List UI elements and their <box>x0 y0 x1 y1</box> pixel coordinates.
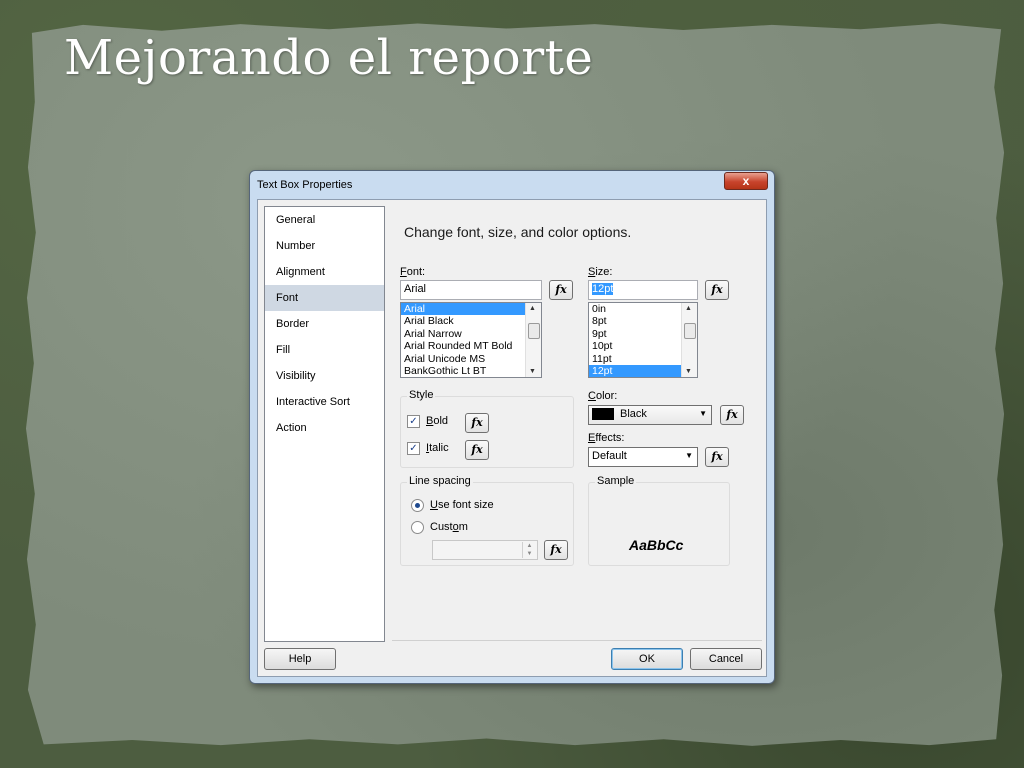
size-listbox[interactable]: 0in 8pt 9pt 10pt 11pt 12pt ▲ ▼ <box>588 302 698 378</box>
check-icon: ✓ <box>409 443 418 454</box>
line-spacing-group-title: Line spacing <box>407 475 473 487</box>
help-button[interactable]: Help <box>264 648 336 670</box>
size-input-value: 12pt <box>592 283 614 295</box>
page-heading: Change font, size, and color options. <box>404 224 632 240</box>
close-button[interactable]: x <box>724 172 768 190</box>
size-label-text: ize: <box>595 266 613 278</box>
font-option[interactable]: Arial Rounded MT Bold <box>401 340 541 352</box>
footer-divider <box>392 640 762 641</box>
nav-item-font[interactable]: Font <box>265 285 384 311</box>
sample-group-title: Sample <box>595 475 637 487</box>
text-box-properties-dialog: Text Box Properties x General Number Ali… <box>249 170 775 684</box>
property-page-list: General Number Alignment Font Border Fil… <box>264 206 385 642</box>
scroll-up-icon[interactable]: ▲ <box>529 305 536 312</box>
effects-label: Effects: <box>588 432 625 444</box>
custom-spacing-expression-button[interactable]: fx <box>544 540 568 560</box>
font-input[interactable]: Arial <box>400 280 542 300</box>
ok-button[interactable]: OK <box>611 648 683 670</box>
bold-expression-button[interactable]: fx <box>465 413 489 433</box>
chevron-down-icon: ▼ <box>699 409 707 418</box>
scroll-thumb[interactable] <box>528 323 540 339</box>
chevron-down-icon: ▼ <box>685 451 693 460</box>
scroll-down-icon[interactable]: ▼ <box>529 368 536 375</box>
size-label: Size: <box>588 266 612 278</box>
font-option[interactable]: Arial Black <box>401 315 541 327</box>
italic-expression-button[interactable]: fx <box>465 440 489 460</box>
nav-item-number[interactable]: Number <box>265 233 384 259</box>
effects-expression-button[interactable]: fx <box>705 447 729 467</box>
font-label-text: ont: <box>406 266 426 278</box>
dialog-title: Text Box Properties <box>257 179 353 191</box>
nav-item-border[interactable]: Border <box>265 311 384 337</box>
size-input[interactable]: 12pt <box>588 280 698 300</box>
use-font-size-radio[interactable] <box>411 499 424 512</box>
nav-item-general[interactable]: General <box>265 207 384 233</box>
sample-preview-text: AaBbCc <box>629 537 684 553</box>
font-option[interactable]: Arial <box>401 303 541 316</box>
dialog-titlebar[interactable]: Text Box Properties x <box>250 171 774 199</box>
sample-group: Sample AaBbCc <box>588 475 730 566</box>
scroll-thumb[interactable] <box>684 323 696 339</box>
effects-value: Default <box>592 450 627 462</box>
font-option[interactable]: Arial Narrow <box>401 328 541 340</box>
nav-item-alignment[interactable]: Alignment <box>265 259 384 285</box>
font-option[interactable]: BankGothic Lt BT <box>401 365 541 377</box>
bold-checkbox[interactable]: ✓ <box>407 415 420 428</box>
font-label: Font: <box>400 266 425 278</box>
close-icon: x <box>742 174 750 188</box>
scroll-down-icon[interactable]: ▼ <box>685 368 692 375</box>
color-value: Black <box>620 408 647 420</box>
nav-item-visibility[interactable]: Visibility <box>265 363 384 389</box>
italic-checkbox[interactable]: ✓ <box>407 442 420 455</box>
font-listbox[interactable]: Arial Arial Black Arial Narrow Arial Rou… <box>400 302 542 378</box>
color-label: Color: <box>588 390 618 402</box>
check-icon: ✓ <box>409 416 418 427</box>
cancel-button[interactable]: Cancel <box>690 648 762 670</box>
nav-item-fill[interactable]: Fill <box>265 337 384 363</box>
color-dropdown[interactable]: Black ▼ <box>588 405 712 425</box>
effects-dropdown[interactable]: Default ▼ <box>588 447 698 467</box>
italic-label[interactable]: Italic <box>426 442 449 454</box>
style-group-title: Style <box>407 389 436 401</box>
stepper-arrows-icon[interactable]: ▲ ▼ <box>522 542 536 558</box>
font-expression-button[interactable]: fx <box>549 280 573 300</box>
color-expression-button[interactable]: fx <box>720 405 744 425</box>
line-spacing-group: Line spacing Use font size Custom ▲ ▼ fx <box>400 475 574 566</box>
size-expression-button[interactable]: fx <box>705 280 729 300</box>
nav-item-action[interactable]: Action <box>265 415 384 441</box>
custom-spacing-stepper[interactable]: ▲ ▼ <box>432 540 538 560</box>
custom-radio[interactable] <box>411 521 424 534</box>
color-swatch <box>592 408 614 421</box>
bold-label[interactable]: Bold <box>426 415 448 427</box>
slide-title: Mejorando el reporte <box>64 30 594 86</box>
nav-item-interactive-sort[interactable]: Interactive Sort <box>265 389 384 415</box>
font-list-scrollbar[interactable]: ▲ ▼ <box>525 303 541 377</box>
style-group: Style ✓ Bold fx ✓ Italic fx <box>400 389 574 468</box>
custom-label[interactable]: Custom <box>430 521 468 533</box>
dialog-client-area: General Number Alignment Font Border Fil… <box>257 199 767 677</box>
use-font-size-label[interactable]: Use font size <box>430 499 494 511</box>
scroll-up-icon[interactable]: ▲ <box>685 305 692 312</box>
font-label-mnemonic: F <box>400 266 407 278</box>
font-option[interactable]: Arial Unicode MS <box>401 353 541 365</box>
size-list-scrollbar[interactable]: ▲ ▼ <box>681 303 697 377</box>
